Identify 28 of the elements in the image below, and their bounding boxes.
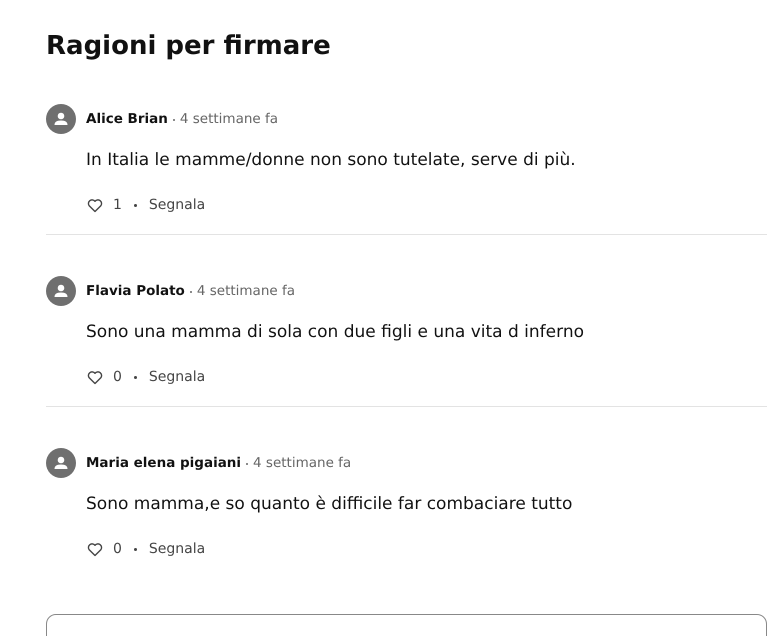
separator-dot [134,204,137,206]
author-name[interactable]: Flavia Polato [86,283,185,299]
comment-time: 4 settimane fa [253,455,352,471]
heart-icon[interactable] [87,198,103,212]
avatar-icon [46,276,76,306]
heart-icon[interactable] [87,370,103,384]
comment-text: In Italia le mamme/donne non sono tutelate, serve di più. [86,149,576,172]
comment-text: Sono una mamma di sola con due figli e una vita d inferno [86,321,584,344]
report-link[interactable]: Segnala [148,369,206,385]
heart-icon[interactable] [87,542,103,556]
section-title: Ragioni per firmare [46,30,331,63]
comment-text: Sono mamma,e so quanto è difficile far combaciare tutto [86,493,572,516]
comment-time: 4 settimane fa [196,283,296,299]
separator-dot [246,463,248,465]
like-count: 1 [113,197,122,213]
separator-dot [172,119,175,121]
separator-dot [134,548,137,550]
like-count: 0 [113,541,122,557]
author-name[interactable]: Maria elena pigaiani [86,455,242,471]
comment-time: 4 settimane fa [180,111,278,127]
separator-dot [134,376,137,378]
report-link[interactable]: Segnala [148,541,206,557]
report-link[interactable]: Segnala [148,197,206,213]
author-name[interactable]: Alice Brian [86,111,168,127]
separator-dot [190,291,192,293]
like-count: 0 [113,369,122,385]
avatar-icon [46,448,76,478]
avatar-icon [46,104,76,134]
